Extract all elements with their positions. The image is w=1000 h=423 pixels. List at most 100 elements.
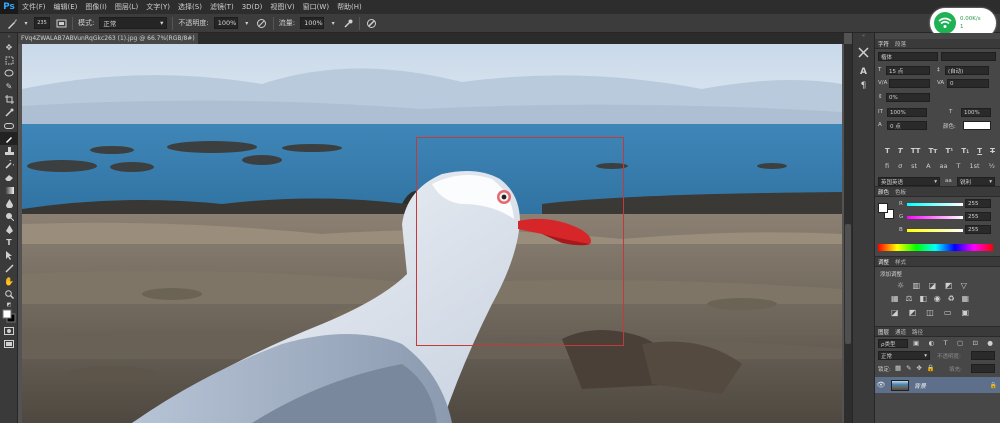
default-colors-icon[interactable]: ◩ bbox=[0, 301, 18, 308]
kerning-select[interactable] bbox=[889, 79, 930, 88]
r-input[interactable]: 255 bbox=[965, 199, 991, 208]
eraser-tool-icon[interactable] bbox=[0, 171, 18, 184]
all-caps-button[interactable]: TT bbox=[911, 147, 921, 155]
ligature-button[interactable]: fi bbox=[885, 162, 889, 170]
language-select[interactable]: 英国英语 ▾ bbox=[878, 177, 940, 186]
tab-swatches[interactable]: 色板 bbox=[895, 188, 906, 196]
tab-channels[interactable]: 通道 bbox=[895, 328, 906, 336]
b-slider[interactable] bbox=[907, 229, 963, 232]
blend-mode-select[interactable]: 正常 ▾ bbox=[878, 351, 930, 360]
channel-mixer-icon[interactable]: ♻ bbox=[947, 294, 954, 303]
filter-smart-icon[interactable]: ⊡ bbox=[972, 339, 977, 347]
g-slider[interactable] bbox=[907, 216, 963, 219]
stylistic-button[interactable]: A bbox=[926, 162, 930, 170]
half-button[interactable]: ½ bbox=[989, 162, 995, 170]
brightness-icon[interactable]: ☼ bbox=[897, 281, 904, 290]
scrollbar-thumb[interactable] bbox=[845, 224, 851, 344]
dodge-tool-icon[interactable] bbox=[0, 210, 18, 223]
pressure-opacity-icon[interactable] bbox=[256, 17, 268, 29]
tab-paths[interactable]: 路径 bbox=[912, 328, 923, 336]
color-spectrum-bar[interactable] bbox=[878, 244, 993, 251]
g-input[interactable]: 255 bbox=[965, 212, 991, 221]
tab-adjustments[interactable]: 调整 bbox=[878, 258, 889, 266]
quick-mask-icon[interactable] bbox=[0, 324, 18, 337]
menu-item-view[interactable]: 视图(V) bbox=[266, 2, 298, 12]
subscript-button[interactable]: T₁ bbox=[961, 147, 969, 155]
airbrush-icon[interactable] bbox=[342, 17, 354, 29]
fill-input[interactable] bbox=[971, 364, 995, 373]
lock-transparency-icon[interactable]: ▦ bbox=[895, 364, 901, 372]
menu-item-layer[interactable]: 图层(L) bbox=[111, 2, 142, 12]
color-lookup-icon[interactable]: ▦ bbox=[961, 294, 969, 303]
brush-preset-picker[interactable]: 235 bbox=[34, 17, 50, 29]
paragraph-panel-icon[interactable]: ¶ bbox=[853, 79, 874, 93]
r-slider[interactable] bbox=[907, 203, 963, 206]
color-swatches-icon[interactable] bbox=[0, 308, 18, 324]
underline-button[interactable]: T bbox=[977, 147, 982, 155]
flow-input[interactable]: 100% bbox=[300, 17, 325, 29]
vibrance-icon[interactable]: ▽ bbox=[961, 281, 967, 290]
photo-filter-icon[interactable]: ◉ bbox=[934, 294, 941, 303]
filter-shape-icon[interactable]: ▢ bbox=[957, 339, 963, 347]
menu-item-3d[interactable]: 3D(D) bbox=[238, 3, 267, 11]
baseline-shift-input[interactable]: 0 点 bbox=[887, 121, 927, 130]
swash-button[interactable]: st bbox=[911, 162, 917, 170]
superscript-button[interactable]: T¹ bbox=[945, 147, 953, 155]
leading-select[interactable]: (自动) bbox=[945, 66, 989, 75]
brush-tool-icon[interactable] bbox=[0, 132, 18, 145]
hue-saturation-icon[interactable]: ▦ bbox=[891, 294, 899, 303]
tracking-select[interactable]: 0 bbox=[947, 79, 989, 88]
exposure-icon[interactable]: ◩ bbox=[945, 281, 953, 290]
invert-icon[interactable]: ◪ bbox=[891, 308, 899, 317]
tab-paragraph[interactable]: 段落 bbox=[895, 40, 906, 48]
tab-color[interactable]: 颜色 bbox=[878, 188, 889, 196]
quick-select-tool-icon[interactable]: ✎ bbox=[0, 80, 18, 93]
eye-icon[interactable]: 👁 bbox=[875, 381, 887, 389]
chevron-down-icon[interactable]: ▾ bbox=[243, 17, 251, 29]
vertical-scale-input[interactable]: 100% bbox=[887, 108, 927, 117]
layer-row[interactable]: 👁 背景 🔒 bbox=[875, 377, 1000, 393]
path-selection-tool-icon[interactable] bbox=[0, 249, 18, 262]
proportional-spacing-select[interactable]: 0% bbox=[886, 93, 930, 102]
menu-item-select[interactable]: 选择(S) bbox=[174, 2, 206, 12]
lock-position-icon[interactable]: ✥ bbox=[916, 364, 921, 372]
filter-pixel-icon[interactable]: ▣ bbox=[913, 339, 919, 347]
blur-tool-icon[interactable] bbox=[0, 197, 18, 210]
mode-select[interactable]: 正常 ▾ bbox=[99, 17, 168, 29]
clone-stamp-tool-icon[interactable] bbox=[0, 145, 18, 158]
font-family-select[interactable]: 楷体 bbox=[878, 52, 938, 61]
titling-button[interactable]: aa bbox=[940, 162, 948, 170]
vertical-scrollbar[interactable] bbox=[844, 44, 852, 423]
character-panel-icon[interactable]: A bbox=[853, 65, 874, 79]
font-weight-select[interactable] bbox=[941, 52, 996, 61]
ordinals-button[interactable]: T bbox=[957, 162, 961, 170]
eyedropper-tool-icon[interactable] bbox=[0, 106, 18, 119]
faux-italic-button[interactable]: T bbox=[898, 147, 903, 155]
history-brush-tool-icon[interactable] bbox=[0, 158, 18, 171]
b-input[interactable]: 255 bbox=[965, 225, 991, 234]
faux-bold-button[interactable]: T bbox=[885, 147, 890, 155]
menu-item-help[interactable]: 帮助(H) bbox=[333, 2, 366, 12]
lock-all-icon[interactable]: 🔒 bbox=[927, 364, 935, 372]
tab-character[interactable]: 字符 bbox=[878, 40, 889, 48]
chevron-down-icon[interactable]: ▾ bbox=[329, 17, 337, 29]
chevron-down-icon[interactable]: ▾ bbox=[23, 17, 29, 29]
document-tab[interactable]: FVq4ZWALAB7ABVunRqGkc263 (1).jpg @ 66.7%… bbox=[18, 33, 198, 44]
lock-pixels-icon[interactable]: ✎ bbox=[906, 364, 911, 372]
marquee-tool-icon[interactable] bbox=[0, 54, 18, 67]
curves-icon[interactable]: ◪ bbox=[929, 281, 937, 290]
gradient-tool-icon[interactable] bbox=[0, 184, 18, 197]
opacity-input[interactable]: 100% bbox=[213, 17, 238, 29]
gradient-map-icon[interactable]: ▭ bbox=[944, 308, 952, 317]
zoom-tool-icon[interactable] bbox=[0, 288, 18, 301]
fractions-button[interactable]: 1st bbox=[970, 162, 980, 170]
menu-item-type[interactable]: 文字(Y) bbox=[142, 2, 174, 12]
pressure-size-icon[interactable] bbox=[365, 17, 377, 29]
filter-adjustment-icon[interactable]: ◐ bbox=[929, 339, 935, 347]
pen-tool-icon[interactable] bbox=[0, 223, 18, 236]
fg-bg-swatch[interactable] bbox=[878, 203, 894, 219]
strikethrough-button[interactable]: T bbox=[990, 147, 995, 155]
healing-brush-tool-icon[interactable] bbox=[0, 119, 18, 132]
text-color-swatch[interactable] bbox=[963, 121, 991, 130]
type-tool-icon[interactable]: T bbox=[0, 236, 18, 249]
